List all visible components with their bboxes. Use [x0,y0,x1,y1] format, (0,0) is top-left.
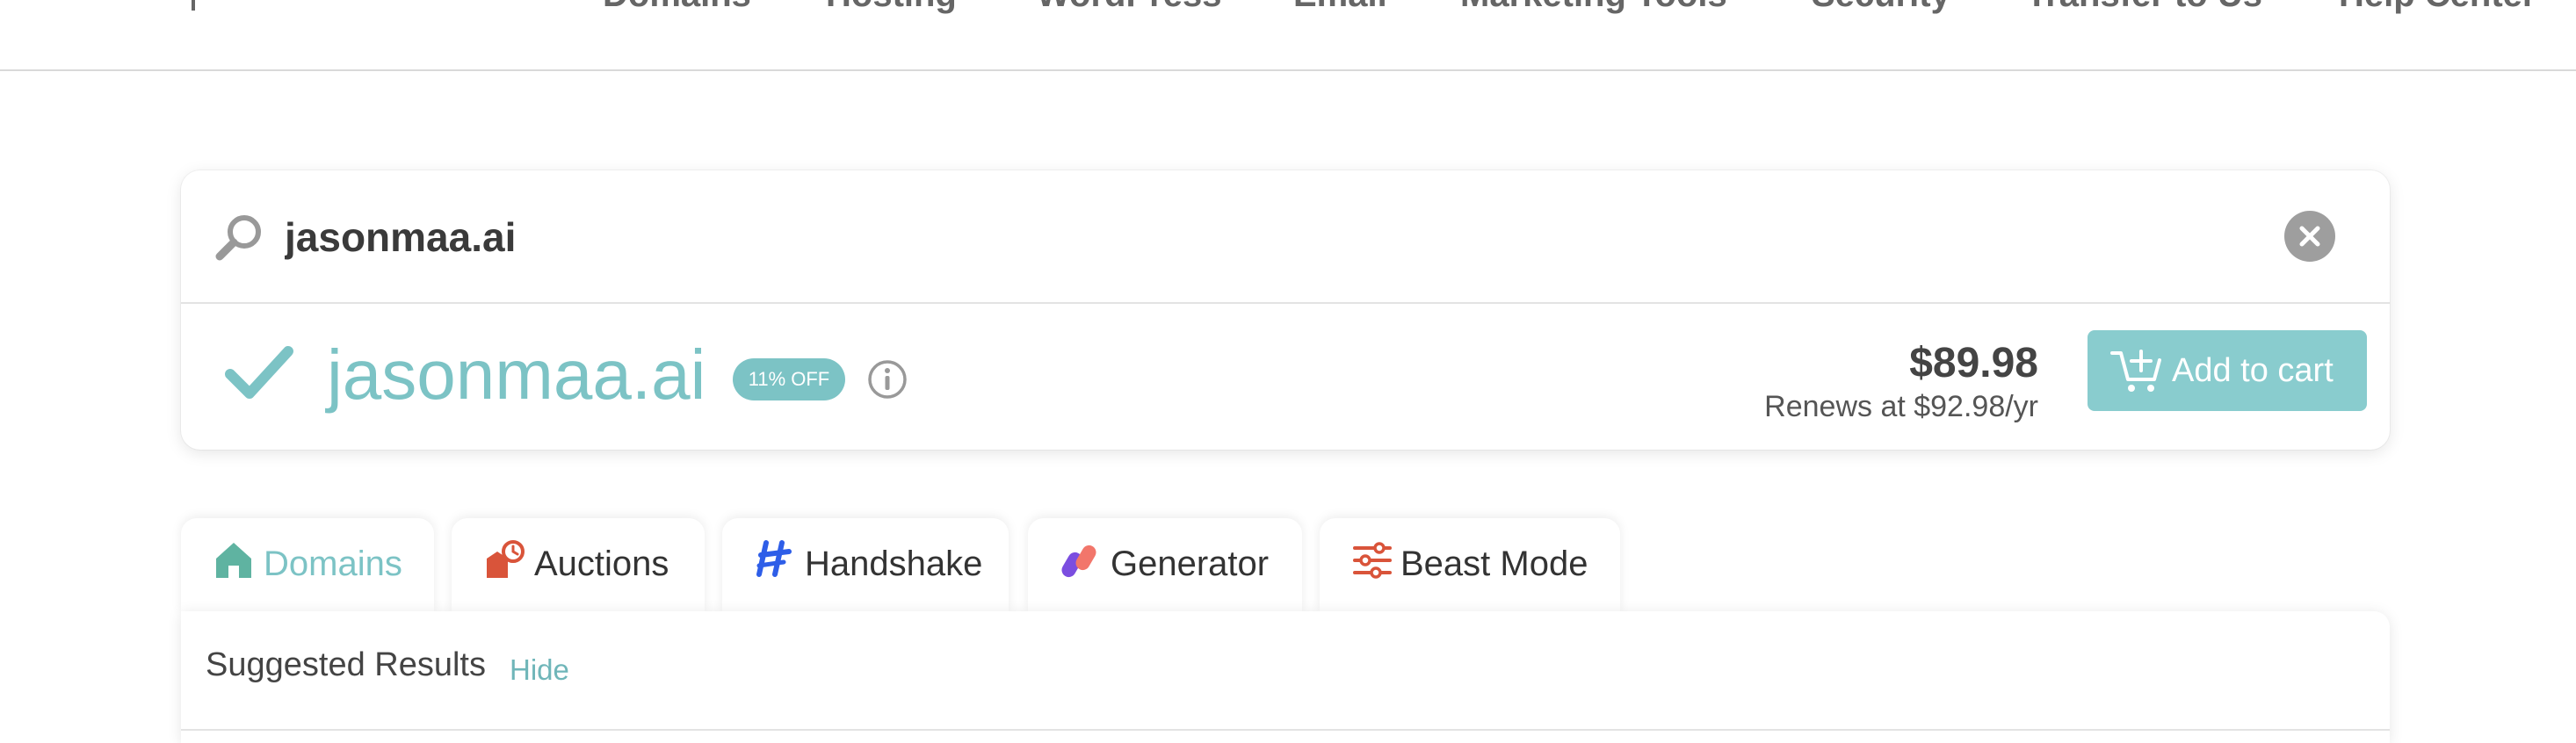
results-panel: Suggested Results Hide [181,611,2390,743]
nav-item-domains[interactable]: Domains [603,0,751,16]
auction-clock-icon [487,540,525,578]
results-divider [181,729,2390,731]
nav-item-hosting[interactable]: Hosting [826,0,957,16]
tab-generator[interactable]: Generator [1028,518,1302,613]
tab-label-auctions: Auctions [534,545,669,583]
available-check-icon [225,346,293,399]
result-domain-name[interactable]: jasonmaa.ai [327,335,706,415]
tab-auctions[interactable]: Auctions [452,518,705,613]
logo-fragment [192,0,195,11]
info-icon[interactable] [866,358,908,400]
sliders-icon [1353,542,1392,579]
add-to-cart-button[interactable]: Add to cart [2088,330,2367,411]
generator-pills-icon [1061,545,1096,578]
tab-handshake[interactable]: Handshake [722,518,1009,613]
nav-item-marketing-tools[interactable]: Marketing Tools [1460,0,1727,16]
tab-label-beast-mode: Beast Mode [1400,545,1588,583]
nav-item-wordpress[interactable]: WordPress [1037,0,1221,16]
tab-domains[interactable]: Domains [181,518,434,613]
renewal-price: Renews at $92.98/yr [1764,390,2038,423]
domain-result-row: jasonmaa.ai 11% OFF $89.98 Renews at $92… [181,304,2390,450]
add-to-cart-label: Add to cart [2172,352,2334,389]
discount-badge: 11% OFF [733,358,845,400]
nav-item-security[interactable]: Security [1812,0,1950,16]
tab-label-domains: Domains [264,545,402,583]
domain-search-input[interactable] [285,204,2130,271]
search-card: jasonmaa.ai 11% OFF $89.98 Renews at $92… [181,170,2390,450]
close-icon [2299,226,2320,247]
search-icon [215,215,261,261]
handshake-logo-icon [756,540,792,577]
house-icon [216,543,251,578]
search-row [181,170,2390,304]
nav-item-transfer[interactable]: Transfer to Us [2026,0,2262,16]
nav-item-email[interactable]: Email [1293,0,1387,16]
cart-plus-icon [2110,350,2161,392]
clear-search-button[interactable] [2284,211,2335,262]
nav-item-help-center[interactable]: Help Center [2339,0,2536,16]
top-navigation: Domains Hosting WordPress Email Marketin… [0,0,2576,71]
tab-label-generator: Generator [1111,545,1270,583]
tab-label-handshake: Handshake [805,545,983,583]
suggested-results-title: Suggested Results [206,646,486,683]
hide-suggestions-link[interactable]: Hide [510,653,569,687]
price: $89.98 [1909,340,2038,386]
tab-beast-mode[interactable]: Beast Mode [1320,518,1620,613]
